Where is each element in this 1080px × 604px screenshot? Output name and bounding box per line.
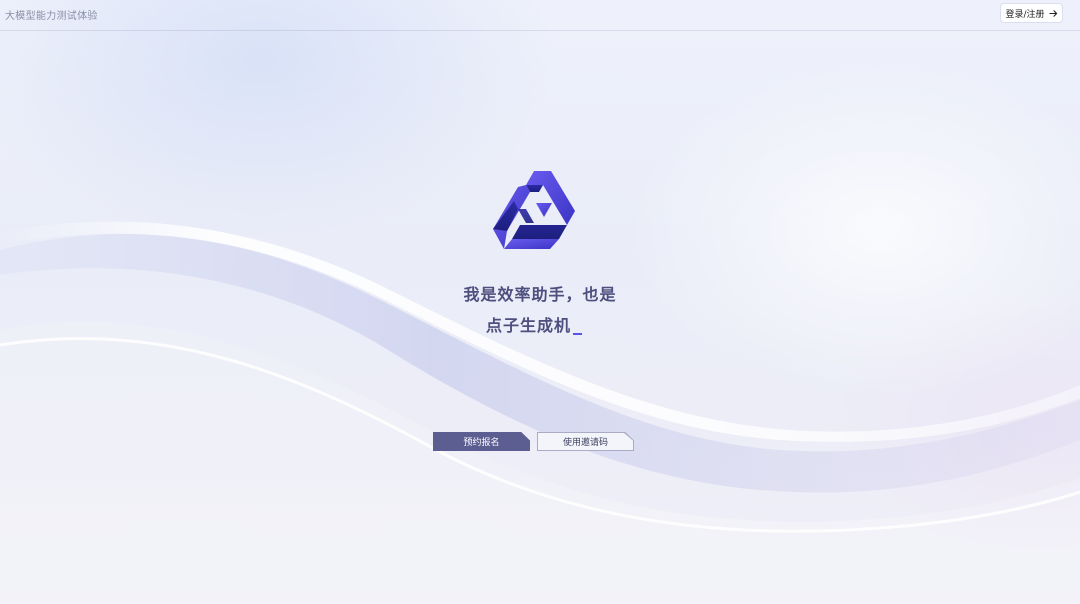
use-invite-code-button[interactable]: 使用邀请码 <box>537 432 634 451</box>
login-register-button[interactable]: 登录/注册 <box>1001 4 1062 22</box>
arrow-right-icon <box>1048 9 1057 17</box>
headline-line-2-wrapper: 点子生成机 <box>486 312 583 336</box>
reserve-signup-button[interactable]: 预约报名 <box>433 432 530 451</box>
site-title: 大模型能力测试体验 <box>5 11 98 22</box>
headline-line-1: 我是效率助手，也是 <box>463 285 617 304</box>
app-logo-icon <box>493 171 575 249</box>
typing-cursor <box>573 333 583 335</box>
use-invite-code-inner: 使用邀请码 <box>538 433 633 450</box>
use-invite-code-label: 使用邀请码 <box>562 438 608 448</box>
headline-line-2: 点子生成机 <box>486 316 572 335</box>
top-bar: 大模型能力测试体验 登录/注册 <box>0 0 1080 31</box>
login-register-label: 登录/注册 <box>1005 9 1045 20</box>
landing-page: 大模型能力测试体验 登录/注册 我是效率助手，也是 点子生成机 预约报名 使用邀… <box>0 0 1080 604</box>
reserve-signup-label: 预约报名 <box>463 438 500 448</box>
